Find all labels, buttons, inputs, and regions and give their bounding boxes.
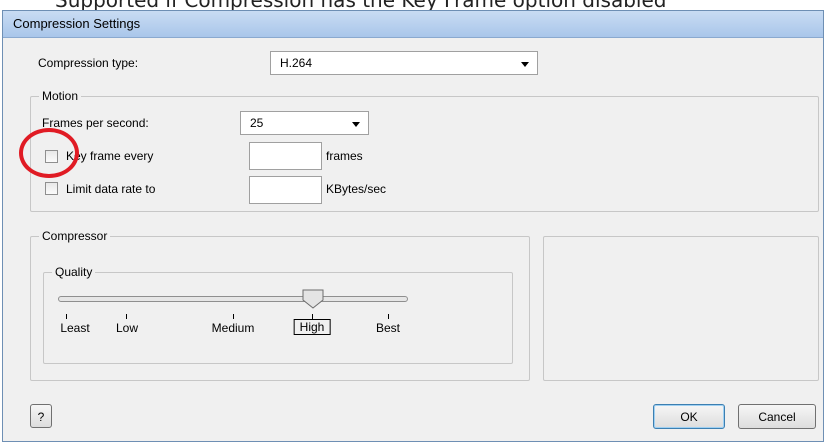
ok-button[interactable]: OK (653, 404, 725, 429)
compressor-legend: Compressor (39, 229, 111, 243)
quality-tick (388, 314, 389, 319)
dialog-title: Compression Settings (13, 16, 141, 31)
help-button[interactable]: ? (30, 404, 52, 428)
compression-type-value: H.264 (280, 56, 313, 70)
compression-type-label: Compression type: (38, 56, 139, 70)
quality-group: Quality (43, 265, 513, 364)
key-frame-checkbox[interactable] (45, 150, 58, 163)
data-rate-input[interactable] (249, 176, 322, 204)
chevron-down-icon (521, 62, 529, 67)
quality-slider-thumb[interactable] (302, 289, 324, 309)
key-frame-input[interactable] (249, 142, 322, 170)
limit-data-rate-checkbox[interactable] (45, 182, 58, 195)
fps-select[interactable]: 25 (240, 111, 369, 135)
chevron-down-icon (352, 122, 360, 127)
motion-legend: Motion (39, 89, 82, 103)
title-bar: Compression Settings (3, 11, 823, 38)
fps-label: Frames per second: (42, 116, 149, 130)
quality-tick (66, 314, 67, 319)
compression-type-select[interactable]: H.264 (270, 51, 538, 75)
quality-legend: Quality (52, 265, 96, 279)
key-frame-label: Key frame every (66, 149, 154, 163)
quality-level-high: High (293, 319, 331, 335)
quality-tick (233, 314, 234, 319)
fps-value: 25 (250, 116, 264, 130)
quality-level-best: Best (375, 321, 401, 335)
kbytes-unit-label: KBytes/sec (326, 182, 387, 196)
quality-slider-track[interactable] (58, 296, 408, 302)
preview-panel (543, 236, 819, 381)
quality-level-low: Low (115, 321, 139, 335)
cancel-button[interactable]: Cancel (738, 404, 816, 429)
quality-level-medium: Medium (211, 321, 255, 335)
quality-level-least: Least (60, 321, 90, 335)
frames-unit-label: frames (326, 149, 363, 163)
quality-tick (126, 314, 127, 319)
limit-data-rate-label: Limit data rate to (66, 182, 156, 196)
